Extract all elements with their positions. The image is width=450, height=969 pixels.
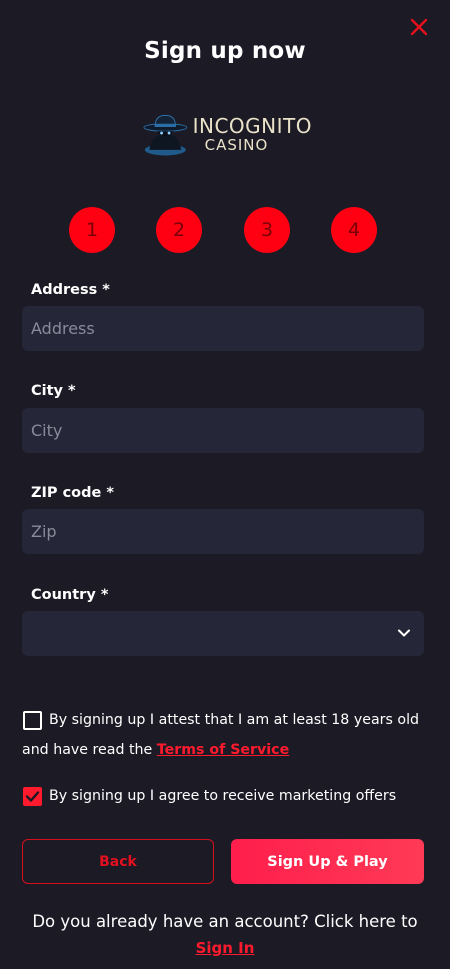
page-title: Sign up now [144,38,306,64]
casino-logo: INCOGNITO CASINO [142,108,312,160]
step-1: 1 [69,207,115,253]
signin-prompt: Do you already have an account? Click he… [0,909,450,961]
age-consent-checkbox[interactable] [23,711,42,730]
city-input[interactable] [22,408,424,453]
zip-input[interactable] [22,509,424,554]
address-label: Address * [31,282,110,298]
back-button[interactable]: Back [22,839,214,884]
chevron-down-icon [398,629,410,637]
country-label: Country * [31,587,109,603]
close-icon [410,18,428,36]
terms-of-service-link[interactable]: Terms of Service [157,742,289,758]
city-label: City * [31,383,76,399]
close-button[interactable] [406,14,432,40]
address-input[interactable] [22,306,424,351]
marketing-consent-text: By signing up I agree to receive marketi… [49,788,397,804]
age-consent-text: By signing up I attest that I am at leas… [49,712,420,728]
marketing-consent-checkbox[interactable] [23,787,42,806]
age-consent-text-line2: and have read the Terms of Service [22,735,289,766]
age-consent-text-part2: and have read the [22,742,157,758]
step-4: 4 [331,207,377,253]
sign-up-play-button[interactable]: Sign Up & Play [231,839,424,884]
checkmark-icon [25,791,40,802]
step-3: 3 [244,207,290,253]
logo-wordmark: INCOGNITO [192,113,312,138]
spy-logo-icon [143,114,188,156]
step-indicator: 1 2 3 4 [0,207,450,253]
country-select[interactable] [22,611,424,656]
logo-subtitle: CASINO [204,135,269,154]
sign-in-link[interactable]: Sign In [196,939,255,957]
step-2: 2 [156,207,202,253]
signin-prompt-text: Do you already have an account? Click he… [32,912,418,931]
zip-label: ZIP code * [31,485,114,501]
